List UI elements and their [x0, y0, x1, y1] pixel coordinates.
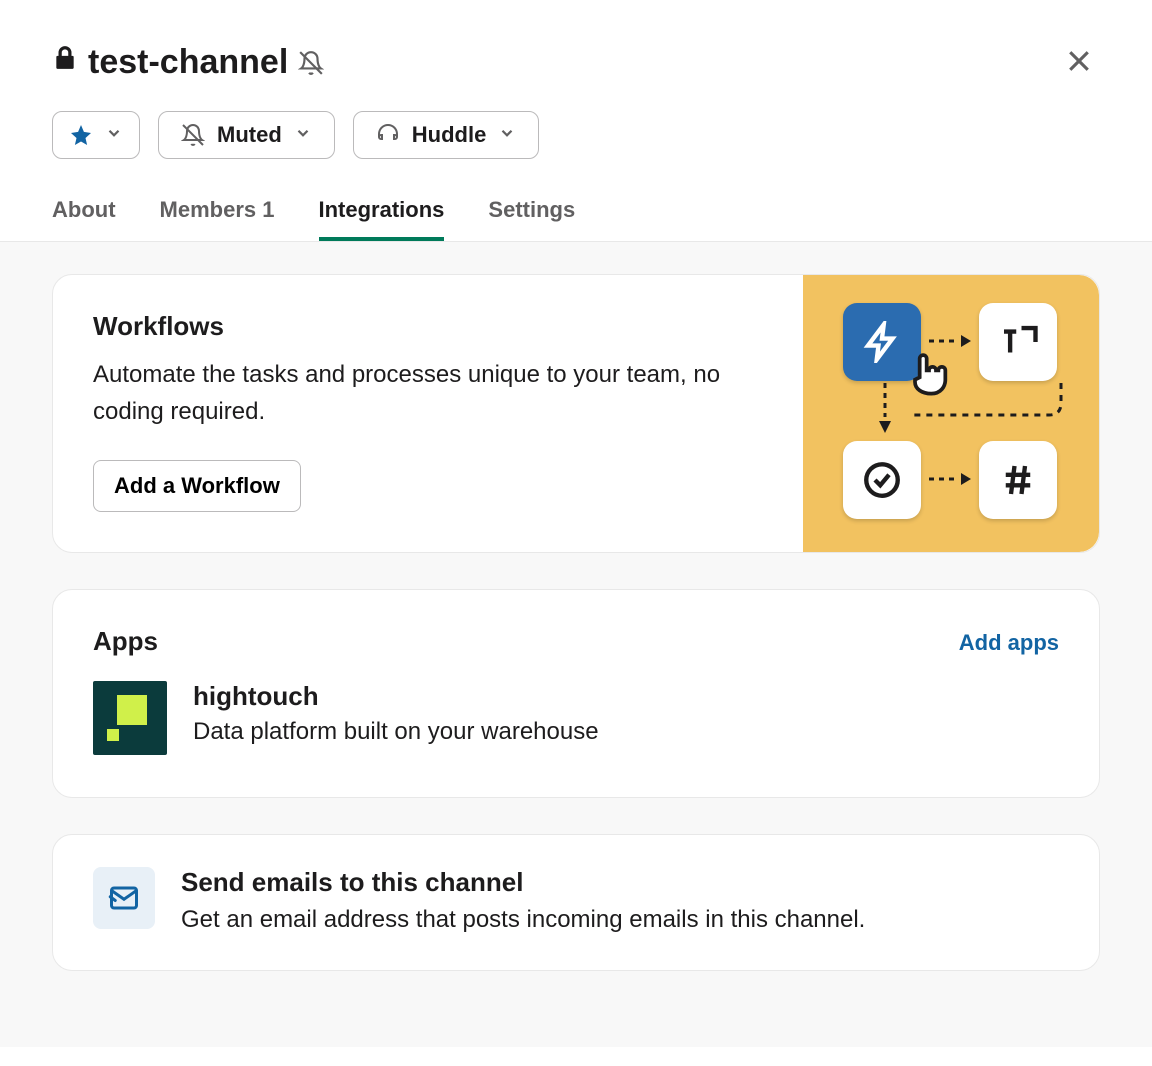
muted-dropdown-button[interactable]: Muted — [158, 111, 335, 159]
workflows-title: Workflows — [93, 311, 763, 342]
email-icon — [93, 867, 155, 929]
close-button[interactable] — [1058, 40, 1100, 85]
cursor-hand-icon — [901, 347, 957, 403]
app-info: hightouch Data platform built on your wa… — [193, 681, 599, 746]
headphones-icon — [376, 123, 400, 147]
chevron-down-icon — [105, 122, 123, 148]
channel-title-wrap: test-channel — [52, 43, 324, 82]
tab-members[interactable]: Members 1 — [160, 197, 275, 241]
workflows-illustration — [803, 275, 1099, 552]
tab-members-label: Members — [160, 197, 257, 222]
tile-text-icon — [979, 303, 1057, 381]
add-apps-link[interactable]: Add apps — [959, 630, 1059, 656]
chevron-down-icon — [294, 122, 312, 148]
app-description: Data platform built on your warehouse — [193, 718, 599, 746]
title-left: test-channel — [52, 43, 324, 82]
workflows-card: Workflows Automate the tasks and process… — [52, 274, 1100, 553]
app-icon-hightouch — [93, 681, 167, 755]
tab-integrations[interactable]: Integrations — [319, 197, 445, 241]
content-area: Workflows Automate the tasks and process… — [0, 242, 1152, 1047]
apps-card: Apps Add apps hightouch Data platform bu… — [52, 589, 1100, 798]
arrow-down-icon — [877, 381, 893, 437]
chevron-down-icon — [498, 122, 516, 148]
add-workflow-button[interactable]: Add a Workflow — [93, 460, 301, 512]
modal-header: test-channel Muted Huddle About — [0, 0, 1152, 241]
channel-name: test-channel — [88, 43, 288, 82]
email-info: Send emails to this channel Get an email… — [181, 867, 865, 934]
app-name: hightouch — [193, 681, 599, 712]
title-row: test-channel — [52, 40, 1100, 85]
email-title: Send emails to this channel — [181, 867, 865, 898]
bell-off-icon — [181, 123, 205, 147]
lock-icon — [52, 43, 78, 82]
apps-title: Apps — [93, 626, 158, 657]
huddle-label: Huddle — [412, 122, 487, 148]
tile-hash-icon — [979, 441, 1057, 519]
workflows-description: Automate the tasks and processes unique … — [93, 356, 763, 430]
tab-members-count: 1 — [262, 197, 274, 222]
app-row[interactable]: hightouch Data platform built on your wa… — [93, 681, 1059, 755]
actions-row: Muted Huddle — [52, 111, 1100, 159]
apps-header: Apps Add apps — [93, 626, 1059, 657]
star-filled-icon — [69, 123, 93, 147]
star-dropdown-button[interactable] — [52, 111, 140, 159]
huddle-dropdown-button[interactable]: Huddle — [353, 111, 540, 159]
email-card[interactable]: Send emails to this channel Get an email… — [52, 834, 1100, 971]
email-description: Get an email address that posts incoming… — [181, 906, 865, 934]
muted-label: Muted — [217, 122, 282, 148]
tab-settings[interactable]: Settings — [488, 197, 575, 241]
tile-check-icon — [843, 441, 921, 519]
workflows-text: Workflows Automate the tasks and process… — [53, 275, 803, 552]
tabs: About Members 1 Integrations Settings — [52, 197, 1100, 241]
tab-about[interactable]: About — [52, 197, 116, 241]
bell-off-icon — [298, 50, 324, 76]
arrow-icon — [927, 469, 973, 489]
close-icon — [1064, 46, 1094, 76]
